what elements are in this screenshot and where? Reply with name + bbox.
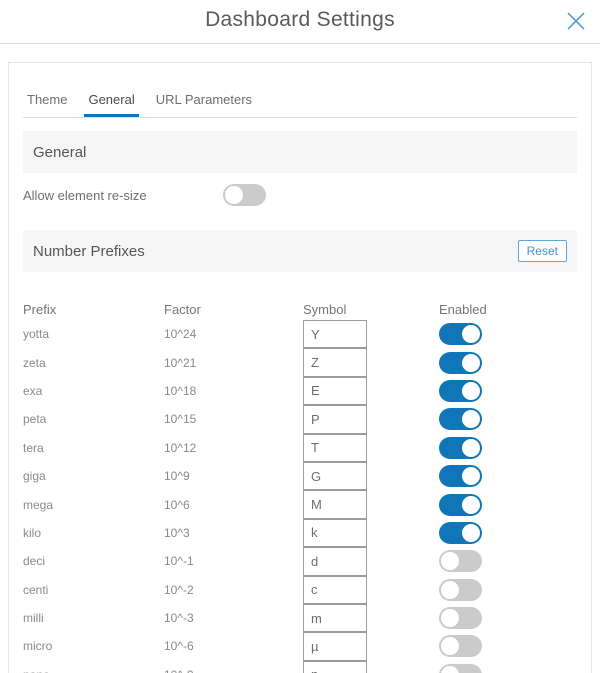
prefix-factor: 10^24 <box>164 327 196 341</box>
symbol-input[interactable] <box>303 434 367 462</box>
symbol-input[interactable] <box>303 348 367 376</box>
table-row: mega 10^6 <box>23 490 577 518</box>
symbol-input[interactable] <box>303 462 367 490</box>
prefix-factor: 10^15 <box>164 412 196 426</box>
symbol-input[interactable] <box>303 490 367 518</box>
reset-button[interactable]: Reset <box>518 240 567 262</box>
prefix-name: centi <box>23 583 48 597</box>
table-row: kilo 10^3 <box>23 519 577 547</box>
header-divider <box>0 43 600 44</box>
enabled-toggle[interactable] <box>439 323 482 345</box>
table-row: exa 10^18 <box>23 377 577 405</box>
symbol-input[interactable] <box>303 547 367 575</box>
prefix-factor: 10^-3 <box>164 611 194 625</box>
table-row: micro 10^-6 <box>23 632 577 660</box>
settings-panel: Theme General URL Parameters General Allow… <box>8 62 592 673</box>
table-row: zeta 10^21 <box>23 348 577 376</box>
symbol-input[interactable] <box>303 320 367 348</box>
prefix-name: giga <box>23 469 46 483</box>
enabled-toggle[interactable] <box>439 579 482 601</box>
table-row: milli 10^-3 <box>23 604 577 632</box>
symbol-input[interactable] <box>303 576 367 604</box>
prefix-factor: 10^6 <box>164 498 190 512</box>
enabled-toggle[interactable] <box>439 465 482 487</box>
prefix-name: zeta <box>23 356 46 370</box>
tab-theme[interactable]: Theme <box>23 92 71 117</box>
table-row: peta 10^15 <box>23 405 577 433</box>
section-header-number-prefixes: Number Prefixes Reset <box>23 230 577 272</box>
tab-general[interactable]: General <box>84 92 138 117</box>
close-icon <box>564 21 588 36</box>
prefix-name: kilo <box>23 526 41 540</box>
symbol-input[interactable] <box>303 377 367 405</box>
prefix-name: yotta <box>23 327 49 341</box>
symbol-input[interactable] <box>303 604 367 632</box>
prefix-factor: 10^21 <box>164 356 196 370</box>
table-row: nano 10^-9 <box>23 661 577 673</box>
column-header-symbol: Symbol <box>303 302 439 320</box>
prefix-factor: 10^-6 <box>164 639 194 653</box>
column-header-prefix: Prefix <box>23 302 164 320</box>
prefix-name: micro <box>23 639 52 653</box>
section-header-general: General <box>23 131 577 173</box>
prefix-factor: 10^3 <box>164 526 190 540</box>
table-row: tera 10^12 <box>23 434 577 462</box>
enabled-toggle[interactable] <box>439 550 482 572</box>
symbol-input[interactable] <box>303 632 367 660</box>
enabled-toggle[interactable] <box>439 352 482 374</box>
enabled-toggle[interactable] <box>439 635 482 657</box>
table-row: yotta 10^24 <box>23 320 577 348</box>
enabled-toggle[interactable] <box>439 380 482 402</box>
column-header-enabled: Enabled <box>439 302 577 320</box>
enabled-toggle[interactable] <box>439 408 482 430</box>
allow-resize-label: Allow element re-size <box>23 188 223 203</box>
tab-url-parameters[interactable]: URL Parameters <box>152 92 256 117</box>
close-button[interactable] <box>564 9 588 33</box>
prefix-factor: 10^9 <box>164 469 190 483</box>
enabled-toggle[interactable] <box>439 664 482 673</box>
symbol-input[interactable] <box>303 661 367 673</box>
column-header-factor: Factor <box>164 302 303 320</box>
prefix-name: exa <box>23 384 42 398</box>
prefix-table-header: Prefix Factor Symbol Enabled <box>23 302 577 320</box>
tab-bar: Theme General URL Parameters <box>23 92 577 118</box>
general-section-title: General <box>33 144 86 161</box>
prefix-name: peta <box>23 412 46 426</box>
enabled-toggle[interactable] <box>439 437 482 459</box>
symbol-input[interactable] <box>303 405 367 433</box>
table-row: giga 10^9 <box>23 462 577 490</box>
enabled-toggle[interactable] <box>439 522 482 544</box>
prefix-name: deci <box>23 554 45 568</box>
dashboard-settings-dialog: Dashboard Settings Theme General URL Param… <box>0 0 600 673</box>
prefix-factor: 10^12 <box>164 441 196 455</box>
table-row: centi 10^-2 <box>23 576 577 604</box>
table-row: deci 10^-1 <box>23 547 577 575</box>
prefix-name: nano <box>23 668 50 673</box>
number-prefixes-section-title: Number Prefixes <box>33 243 145 260</box>
prefix-name: mega <box>23 498 53 512</box>
allow-resize-toggle[interactable] <box>223 184 266 206</box>
prefix-name: milli <box>23 611 44 625</box>
enabled-toggle[interactable] <box>439 494 482 516</box>
prefix-factor: 10^18 <box>164 384 196 398</box>
dialog-header: Dashboard Settings <box>0 0 600 44</box>
allow-resize-row: Allow element re-size <box>23 173 577 217</box>
dialog-title: Dashboard Settings <box>0 8 600 32</box>
enabled-toggle[interactable] <box>439 607 482 629</box>
prefix-factor: 10^-9 <box>164 668 194 673</box>
prefix-table-body: yotta 10^24 zeta 10^21 exa 10^18 peta 10… <box>23 320 577 673</box>
prefix-name: tera <box>23 441 44 455</box>
prefix-factor: 10^-1 <box>164 554 194 568</box>
prefix-factor: 10^-2 <box>164 583 194 597</box>
symbol-input[interactable] <box>303 519 367 547</box>
